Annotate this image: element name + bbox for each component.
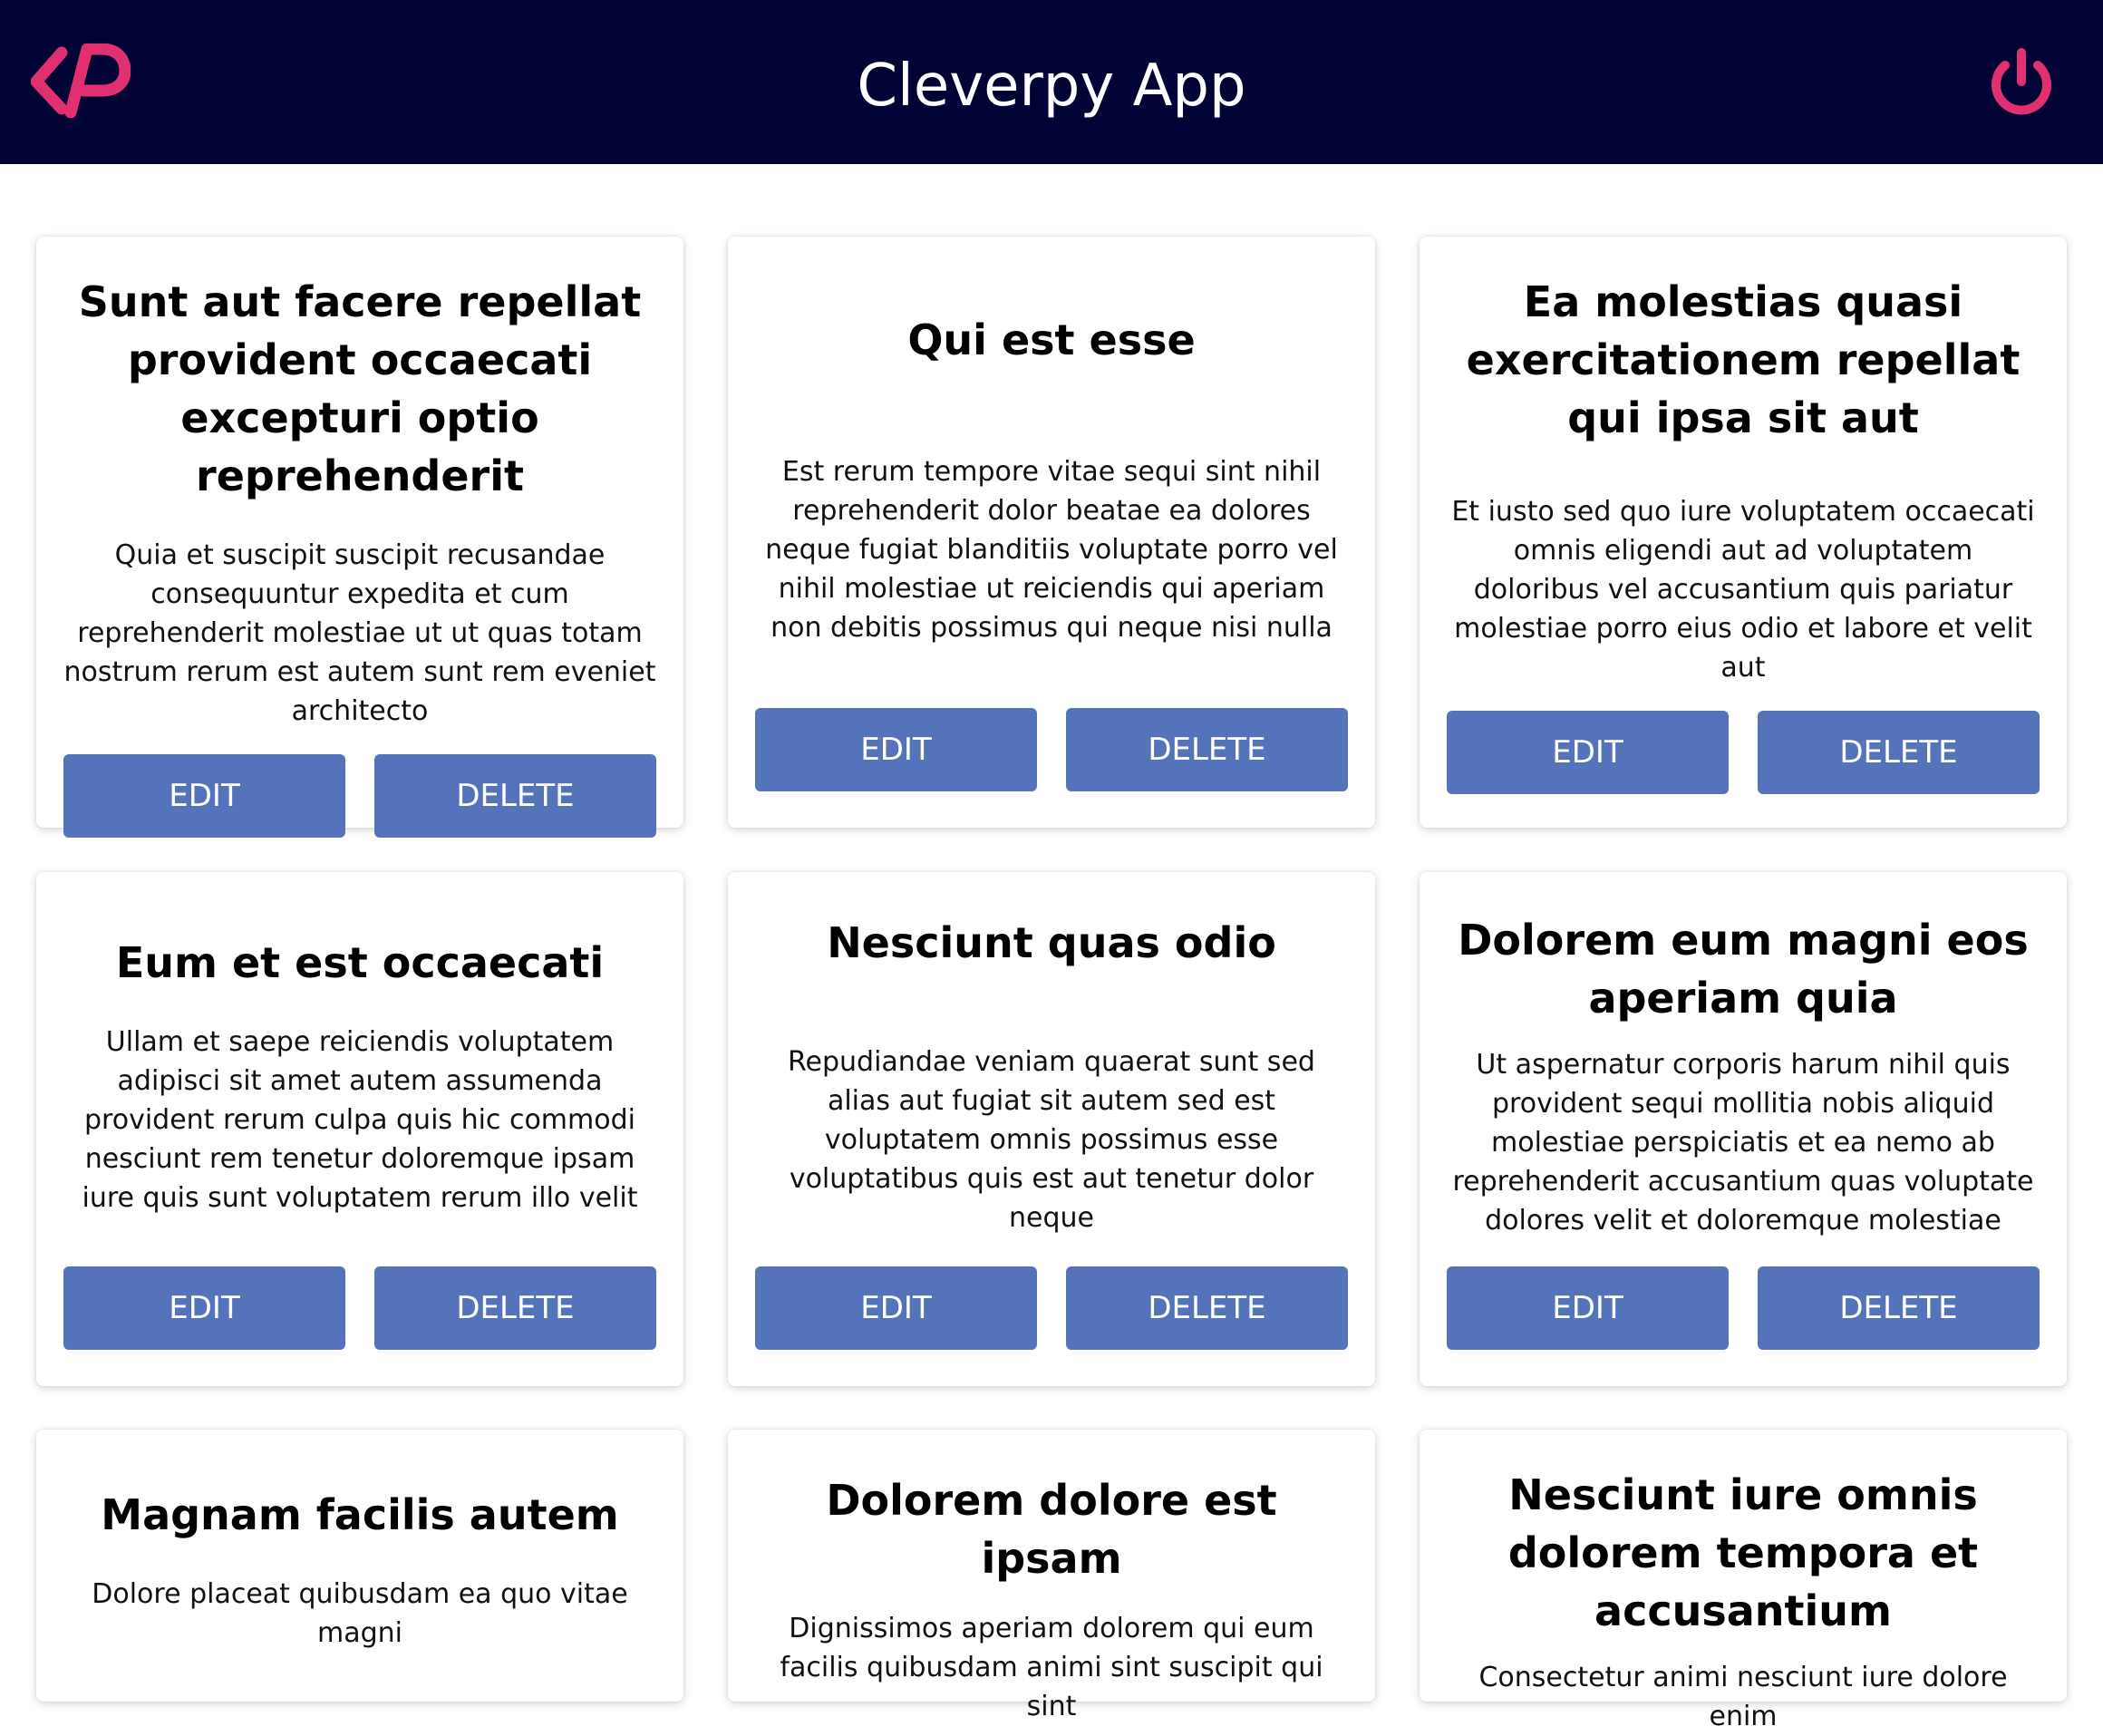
card-title: Qui est esse <box>907 315 1196 364</box>
edit-button[interactable]: EDIT <box>1447 1266 1729 1350</box>
card-title: Magnam facilis autem <box>101 1490 619 1539</box>
card-title: Eum et est occaecati <box>115 938 605 987</box>
card-actions: EDIT DELETE <box>63 1243 656 1386</box>
card-text: Est rerum tempore vitae sequi sint nihil… <box>765 455 1338 644</box>
card-body: Dolorem dolore est ipsam Dignissimos ape… <box>755 1430 1348 1726</box>
post-card: Nesciunt iure omnis dolorem tempora et a… <box>1420 1430 2067 1732</box>
post-card: Eum et est occaecati Ullam et saepe reic… <box>36 872 683 1386</box>
card-title: Nesciunt quas odio <box>827 918 1276 967</box>
delete-button[interactable]: DELETE <box>1758 1266 2040 1350</box>
post-card: Qui est esse Est rerum tempore vitae seq… <box>728 237 1375 828</box>
card-title: Nesciunt iure omnis dolorem tempora et a… <box>1507 1470 1979 1635</box>
post-card: Magnam facilis autem Dolore placeat quib… <box>36 1430 683 1702</box>
card-body: Magnam facilis autem Dolore placeat quib… <box>63 1430 656 1702</box>
card-actions: EDIT DELETE <box>1447 1243 2040 1386</box>
card-text: Consectetur animi nesciunt iure dolore e… <box>1478 1662 2008 1732</box>
card-text: Repudiandae veniam quaerat sunt sed alia… <box>788 1046 1315 1234</box>
post-card: Sunt aut facere repellat provident occae… <box>36 237 683 838</box>
edit-button[interactable]: EDIT <box>755 708 1037 791</box>
card-body: Qui est esse Est rerum tempore vitae seq… <box>755 237 1348 684</box>
edit-button[interactable]: EDIT <box>1447 711 1729 794</box>
card-body: Ea molestias quasi exercitationem repell… <box>1447 237 2040 687</box>
post-card: Dolorem dolore est ipsam Dignissimos ape… <box>728 1430 1375 1722</box>
power-icon[interactable] <box>1987 47 2056 118</box>
post-card: Dolorem eum magni eos aperiam quia Ut as… <box>1420 872 2067 1386</box>
post-card: Nesciunt quas odio Repudiandae veniam qu… <box>728 872 1375 1386</box>
card-text: Quia et suscipit suscipit recusandae con… <box>63 539 656 727</box>
card-body: Nesciunt quas odio Repudiandae veniam qu… <box>755 872 1348 1243</box>
card-title: Dolorem dolore est ipsam <box>826 1476 1277 1583</box>
card-text: Ullam et saepe reiciendis voluptatem adi… <box>82 1026 638 1214</box>
card-actions: EDIT DELETE <box>63 731 656 874</box>
card-body: Eum et est occaecati Ullam et saepe reic… <box>63 872 656 1243</box>
card-title: Sunt aut facere repellat provident occae… <box>78 277 642 500</box>
card-text: Et iusto sed quo iure voluptatem occaeca… <box>1451 496 2035 684</box>
card-body: Dolorem eum magni eos aperiam quia Ut as… <box>1447 872 2040 1243</box>
delete-button[interactable]: DELETE <box>1066 708 1348 791</box>
card-title: Ea molestias quasi exercitationem repell… <box>1466 277 2021 442</box>
card-actions: EDIT DELETE <box>755 684 1348 828</box>
card-actions: EDIT DELETE <box>1447 687 2040 830</box>
card-body: Sunt aut facere repellat provident occae… <box>63 237 656 731</box>
delete-button[interactable]: DELETE <box>374 754 656 838</box>
card-actions: EDIT DELETE <box>755 1243 1348 1386</box>
card-text: Dignissimos aperiam dolorem qui eum faci… <box>780 1613 1323 1722</box>
edit-button[interactable]: EDIT <box>63 754 345 838</box>
card-body: Nesciunt iure omnis dolorem tempora et a… <box>1447 1430 2040 1736</box>
delete-button[interactable]: DELETE <box>374 1266 656 1350</box>
delete-button[interactable]: DELETE <box>1066 1266 1348 1350</box>
card-text: Dolore placeat quibusdam ea quo vitae ma… <box>92 1578 628 1649</box>
post-card: Ea molestias quasi exercitationem repell… <box>1420 237 2067 828</box>
card-title: Dolorem eum magni eos aperiam quia <box>1458 916 2029 1023</box>
top-bar: Cleverpy App <box>0 0 2103 164</box>
card-text: Ut aspernatur corporis harum nihil quis … <box>1452 1049 2034 1237</box>
delete-button[interactable]: DELETE <box>1758 711 2040 794</box>
edit-button[interactable]: EDIT <box>755 1266 1037 1350</box>
edit-button[interactable]: EDIT <box>63 1266 345 1350</box>
app-title: Cleverpy App <box>857 53 1246 120</box>
